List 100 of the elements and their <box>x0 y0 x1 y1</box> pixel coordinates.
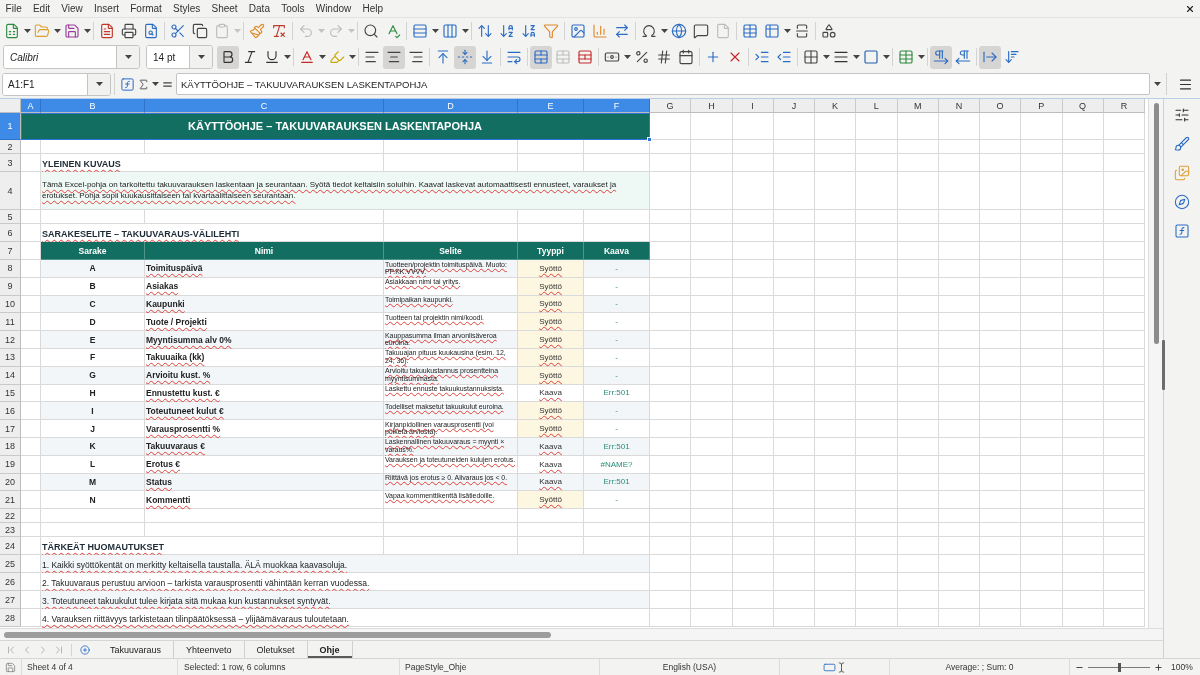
menu-item[interactable]: File <box>0 1 28 16</box>
empty-cell[interactable] <box>41 523 145 538</box>
empty-cell[interactable] <box>897 384 939 403</box>
empty-cell[interactable] <box>773 154 815 172</box>
empty-cell[interactable] <box>691 172 733 210</box>
empty-cell[interactable] <box>897 420 939 438</box>
empty-cell[interactable] <box>815 437 857 456</box>
empty-cell[interactable] <box>732 537 774 556</box>
empty-cell[interactable] <box>732 455 774 474</box>
empty-cell[interactable] <box>856 491 898 510</box>
empty-cell[interactable] <box>1062 384 1104 403</box>
empty-cell[interactable] <box>1062 313 1104 332</box>
empty-cell[interactable] <box>815 113 857 140</box>
empty-cell[interactable] <box>980 140 1022 154</box>
empty-cell[interactable] <box>1103 295 1145 314</box>
caret-icon[interactable] <box>623 55 631 59</box>
empty-cell[interactable] <box>1103 331 1145 349</box>
empty-cell[interactable] <box>897 473 939 492</box>
slider-thumb[interactable] <box>1117 662 1121 672</box>
empty-cell[interactable] <box>732 331 774 349</box>
empty-cell[interactable] <box>856 210 898 224</box>
empty-cell[interactable] <box>980 172 1022 210</box>
empty-cell[interactable] <box>1062 491 1104 510</box>
empty-cell[interactable] <box>938 573 980 592</box>
empty-cell[interactable] <box>732 509 774 524</box>
empty-cell[interactable] <box>1062 295 1104 314</box>
empty-cell[interactable] <box>856 366 898 385</box>
empty-cell[interactable] <box>938 313 980 332</box>
empty-cell[interactable] <box>938 537 980 556</box>
column-header[interactable]: O <box>980 99 1022 113</box>
empty-cell[interactable] <box>1062 172 1104 210</box>
empty-cell[interactable] <box>1021 154 1063 172</box>
empty-cell[interactable] <box>980 573 1022 592</box>
empty-cell[interactable] <box>518 140 584 154</box>
row-header[interactable]: 25 <box>0 555 21 574</box>
empty-cell[interactable] <box>732 349 774 367</box>
empty-cell[interactable] <box>773 437 815 456</box>
empty-cell[interactable] <box>773 402 815 421</box>
empty-cell[interactable] <box>691 509 733 524</box>
scrollbar-thumb[interactable] <box>1153 103 1159 344</box>
empty-cell[interactable] <box>145 140 384 154</box>
empty-cell[interactable] <box>815 349 857 367</box>
empty-cell[interactable] <box>980 537 1022 556</box>
empty-cell[interactable] <box>897 313 939 332</box>
empty-cell[interactable] <box>691 537 733 556</box>
empty-cell[interactable] <box>938 609 980 628</box>
empty-cell[interactable] <box>815 210 857 224</box>
empty-cell[interactable] <box>856 277 898 296</box>
row-header[interactable]: 17 <box>0 420 21 438</box>
empty-cell[interactable] <box>897 295 939 314</box>
empty-cell[interactable] <box>1062 349 1104 367</box>
empty-cell[interactable] <box>980 277 1022 296</box>
empty-cell[interactable] <box>856 437 898 456</box>
empty-cell[interactable] <box>1062 210 1104 224</box>
empty-cell[interactable] <box>1062 455 1104 474</box>
row-header[interactable]: 2 <box>0 140 21 154</box>
empty-cell[interactable] <box>856 140 898 154</box>
empty-cell[interactable] <box>938 210 980 224</box>
mergecenter-button[interactable] <box>530 45 552 69</box>
empty-cell[interactable] <box>773 491 815 510</box>
empty-cell[interactable] <box>897 402 939 421</box>
empty-cell[interactable] <box>856 609 898 628</box>
empty-cell[interactable] <box>1103 313 1145 332</box>
caret-icon[interactable] <box>23 29 31 33</box>
empty-cell[interactable] <box>518 210 584 224</box>
empty-cell[interactable] <box>1062 331 1104 349</box>
empty-cell[interactable] <box>938 509 980 524</box>
empty-cell[interactable] <box>691 437 733 456</box>
column-header[interactable]: K <box>815 99 857 113</box>
empty-cell[interactable] <box>897 331 939 349</box>
empty-cell[interactable] <box>897 437 939 456</box>
empty-cell[interactable] <box>897 242 939 260</box>
empty-cell[interactable] <box>584 210 650 224</box>
functions-button[interactable] <box>1172 222 1192 240</box>
caret-icon[interactable] <box>852 55 860 59</box>
caret-icon[interactable] <box>151 82 159 86</box>
empty-cell[interactable] <box>650 537 692 556</box>
caret-icon[interactable] <box>283 55 291 59</box>
empty-cell[interactable] <box>815 172 857 210</box>
empty-cell[interactable] <box>856 224 898 242</box>
empty-cell[interactable] <box>897 509 939 524</box>
empty-cell[interactable] <box>41 210 145 224</box>
empty-cell[interactable] <box>650 210 692 224</box>
empty-cell[interactable] <box>1062 573 1104 592</box>
empty-cell[interactable] <box>773 455 815 474</box>
empty-cell[interactable] <box>1103 277 1145 296</box>
row-header[interactable]: 24 <box>0 537 21 556</box>
empty-cell[interactable] <box>584 140 650 154</box>
empty-cell[interactable] <box>897 224 939 242</box>
empty-cell[interactable] <box>938 242 980 260</box>
empty-cell[interactable] <box>980 260 1022 278</box>
empty-cell[interactable] <box>1021 437 1063 456</box>
empty-cell[interactable] <box>1103 555 1145 574</box>
empty-cell[interactable] <box>856 573 898 592</box>
empty-cell[interactable] <box>732 491 774 510</box>
row-header[interactable]: 8 <box>0 260 21 278</box>
empty-cell[interactable] <box>938 455 980 474</box>
empty-cell[interactable] <box>980 455 1022 474</box>
menu-item[interactable]: Format <box>124 1 168 16</box>
empty-cell[interactable] <box>773 313 815 332</box>
